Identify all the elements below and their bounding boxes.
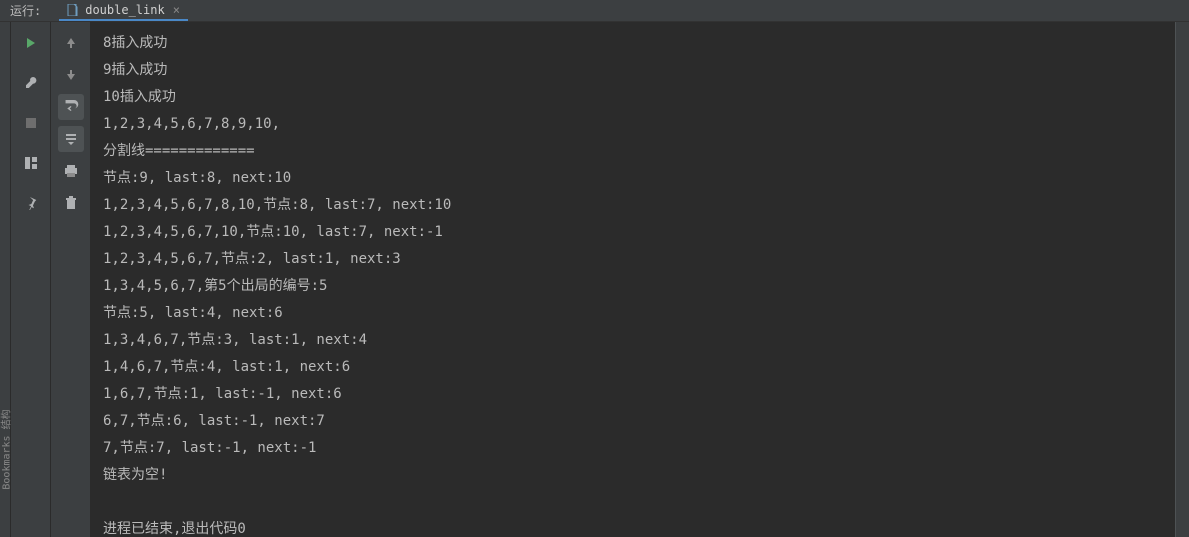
- left-tool-rail: Bookmarks 结构: [0, 22, 11, 537]
- tab-title: double_link: [85, 3, 164, 17]
- run-tab-bar: 运行: double_link ×: [0, 0, 1189, 22]
- run-gutter-right: [51, 22, 91, 537]
- wrench-icon[interactable]: [18, 70, 44, 96]
- print-icon[interactable]: [58, 158, 84, 184]
- right-gutter: [1175, 22, 1189, 537]
- run-label: 运行:: [10, 2, 41, 19]
- console-output[interactable]: 8插入成功 9插入成功 10插入成功 1,2,3,4,5,6,7,8,9,10,…: [91, 22, 1175, 537]
- pin-icon[interactable]: [18, 190, 44, 216]
- soft-wrap-icon[interactable]: [58, 94, 84, 120]
- rerun-button[interactable]: [18, 30, 44, 56]
- run-gutter-left: [11, 22, 51, 537]
- close-icon[interactable]: ×: [173, 3, 180, 17]
- rail-vertical-label: Bookmarks 结构: [0, 409, 13, 489]
- trash-icon[interactable]: [58, 190, 84, 216]
- file-icon: [67, 4, 79, 16]
- step-down-icon[interactable]: [58, 62, 84, 88]
- layout-icon[interactable]: [18, 150, 44, 176]
- scroll-to-end-icon[interactable]: [58, 126, 84, 152]
- run-config-tab[interactable]: double_link ×: [59, 0, 188, 21]
- step-up-icon[interactable]: [58, 30, 84, 56]
- body-row: Bookmarks 结构: [0, 22, 1189, 537]
- stop-button[interactable]: [18, 110, 44, 136]
